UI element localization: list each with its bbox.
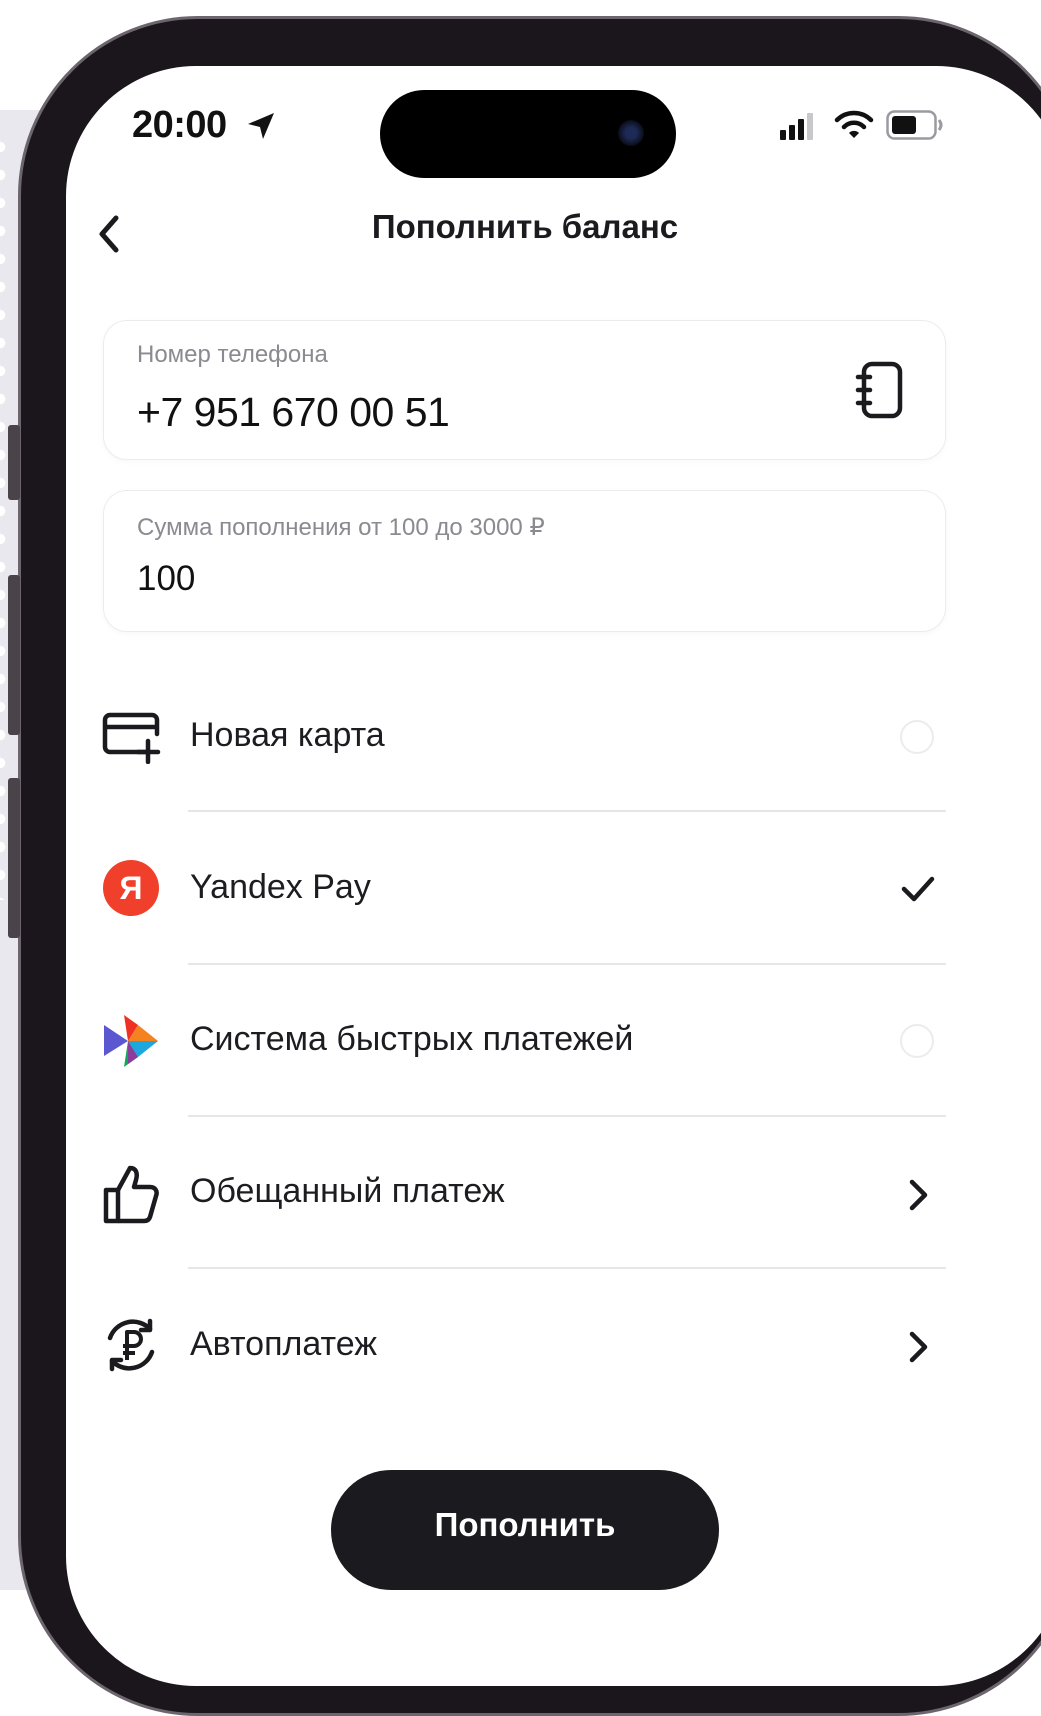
back-chevron-icon[interactable] [92,212,128,256]
side-button [8,575,20,735]
front-camera [618,120,644,146]
status-time: 20:00 [132,104,227,146]
amount-field-label: Сумма пополнения от 100 до 3000 ₽ [137,514,545,541]
ruble-cycle-icon [107,1318,155,1372]
phone-number-value[interactable]: +7 951 670 00 51 [137,389,450,436]
location-arrow-icon [248,113,274,139]
divider [188,1115,946,1117]
amount-field[interactable]: Сумма пополнения от 100 до 3000 ₽ 100 [103,490,946,632]
svg-text:Я: Я [120,870,143,906]
payment-method-label: Система быстрых платежей [190,1020,634,1058]
divider [188,1267,946,1269]
divider [188,810,946,812]
chevron-right-icon [909,1331,928,1363]
checkmark-icon[interactable] [900,873,936,905]
add-card-icon [102,712,161,764]
option-label: Обещанный платеж [190,1172,505,1210]
option-label: Автоплатеж [190,1325,377,1363]
wifi-icon [834,110,874,138]
yandex-pay-logo: Я [103,860,159,916]
chevron-right-icon [909,1179,928,1211]
phone-field-label: Номер телефона [137,341,328,368]
contacts-book-icon[interactable] [855,361,905,419]
phone-number-field[interactable]: Номер телефона +7 951 670 00 51 [103,320,946,460]
amount-value[interactable]: 100 [137,559,195,599]
signal-icon [780,113,813,140]
thumbs-up-icon [103,1165,159,1224]
divider [188,963,946,965]
top-up-button-label: Пополнить [434,1506,616,1543]
sbp-logo [104,1015,158,1067]
payment-method-label: Новая карта [190,716,385,754]
battery-icon [886,110,943,140]
payment-method-label: Yandex Pay [190,868,371,906]
page-title: Пополнить баланс [371,208,679,245]
radio-unselected[interactable] [900,1024,934,1058]
top-up-button[interactable]: Пополнить [331,1470,719,1590]
radio-unselected[interactable] [900,720,934,754]
side-button [8,778,20,938]
side-button [8,425,20,500]
